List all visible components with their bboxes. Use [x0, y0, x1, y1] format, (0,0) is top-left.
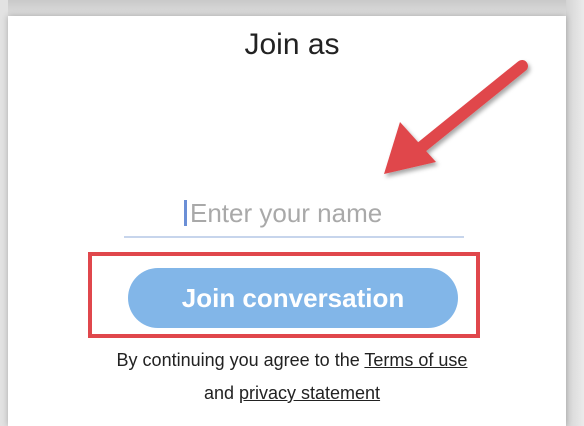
- join-conversation-button[interactable]: Join conversation: [128, 268, 458, 328]
- arrow-icon: [384, 60, 528, 174]
- privacy-statement-link[interactable]: privacy statement: [239, 383, 380, 403]
- legal-text-line-1: By continuing you agree to the Terms of …: [0, 350, 584, 371]
- background-frame-top: [0, 0, 584, 16]
- text-caret: [184, 200, 187, 226]
- terms-of-use-link[interactable]: Terms of use: [364, 350, 467, 370]
- legal-text-line-2: and privacy statement: [0, 383, 584, 404]
- name-input[interactable]: [190, 194, 460, 232]
- name-field[interactable]: [124, 192, 464, 238]
- legal-prefix: By continuing you agree to the: [116, 350, 360, 370]
- legal-connector: and: [203, 383, 234, 403]
